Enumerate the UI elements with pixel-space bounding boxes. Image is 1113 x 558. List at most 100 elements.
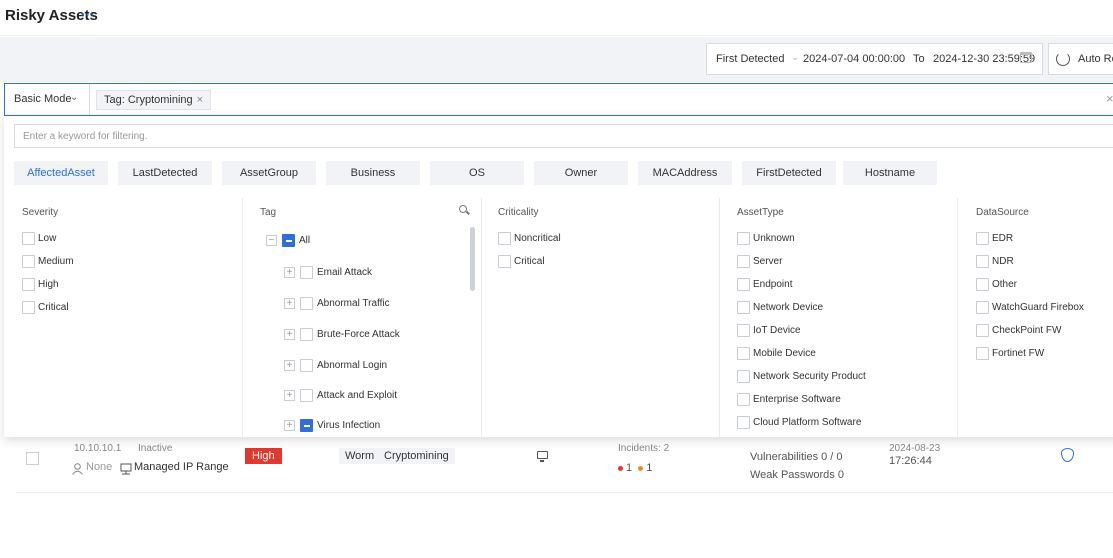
option-label: Low: [38, 233, 57, 244]
option-label: Attack and Exploit: [317, 390, 398, 401]
checkbox[interactable]: [300, 328, 313, 341]
option-label: CheckPoint FW: [992, 325, 1062, 336]
checkbox[interactable]: [498, 232, 511, 245]
chevron-down-icon: ⌄: [70, 92, 79, 103]
mode-select[interactable]: Basic Mode: [14, 93, 71, 105]
option-label: Unknown: [753, 233, 795, 244]
table-row[interactable]: 10.10.10.1 Inactive None Managed IP Rang…: [16, 437, 1113, 493]
start-date[interactable]: 2024-07-04 00:00:00: [803, 53, 905, 65]
checkbox[interactable]: [300, 266, 313, 279]
asset-name[interactable]: 10.10.10.1: [74, 443, 121, 454]
checkbox[interactable]: [22, 301, 35, 314]
expand-icon[interactable]: +: [284, 420, 295, 431]
checkbox[interactable]: [737, 278, 750, 291]
option-label: Medium: [38, 256, 74, 267]
keyword-filter-input[interactable]: [14, 124, 1113, 148]
scrollbar[interactable]: [470, 227, 475, 291]
checkbox[interactable]: [22, 278, 35, 291]
option-label: High: [38, 279, 59, 290]
owner: None: [86, 461, 113, 473]
tag-pill: Worm: [339, 448, 381, 464]
field-os[interactable]: OS: [430, 161, 524, 185]
date-field-select[interactable]: First Detected: [716, 53, 784, 65]
close-icon[interactable]: ×: [197, 94, 203, 106]
red-dot: [618, 465, 623, 471]
checkbox[interactable]: [737, 324, 750, 337]
checkbox[interactable]: [976, 232, 989, 245]
checkbox[interactable]: [300, 389, 313, 402]
expand-icon[interactable]: +: [284, 360, 295, 371]
checkbox[interactable]: [737, 255, 750, 268]
auto-refresh-button[interactable]: Auto Ref: [1048, 43, 1113, 75]
checkbox[interactable]: [282, 234, 295, 247]
page-header: Risky Assets ···: [0, 0, 1113, 36]
clear-filters-icon[interactable]: ×: [1106, 91, 1113, 106]
field-asset-group[interactable]: AssetGroup: [222, 161, 316, 185]
person-icon: [72, 463, 83, 475]
option-label: Critical: [514, 256, 545, 267]
shield-icon[interactable]: [1061, 448, 1074, 462]
checkbox[interactable]: [737, 370, 750, 383]
checkbox[interactable]: [737, 301, 750, 314]
field-business[interactable]: Business: [326, 161, 420, 185]
date-to-label: To: [913, 53, 925, 65]
option-label: WatchGuard Firebox: [992, 302, 1084, 313]
expand-icon[interactable]: +: [284, 329, 295, 340]
option-label: IoT Device: [753, 325, 801, 336]
collapse-icon[interactable]: −: [266, 235, 277, 246]
divider: [957, 198, 958, 438]
checkbox[interactable]: [300, 297, 313, 310]
more-menu-icon[interactable]: ···: [81, 6, 95, 22]
option-label: Virus Infection: [317, 420, 381, 431]
field-owner[interactable]: Owner: [534, 161, 628, 185]
status-badge: Inactive: [138, 443, 173, 454]
tag-filter-chip[interactable]: Tag: Cryptomining ×: [96, 90, 212, 110]
tag-pill: Cryptomining: [378, 448, 455, 464]
checkbox[interactable]: [737, 347, 750, 360]
checkbox[interactable]: [976, 301, 989, 314]
checkbox[interactable]: [737, 393, 750, 406]
tag-title: Tag: [260, 207, 277, 218]
checkbox[interactable]: [498, 255, 511, 268]
field-hostname[interactable]: Hostname: [843, 161, 937, 185]
expand-icon[interactable]: +: [284, 298, 295, 309]
vulnerabilities: Vulnerabilities 0 / 0: [750, 451, 843, 463]
date-range-filter[interactable]: First Detected ⌄ 2024-07-04 00:00:00 To …: [706, 43, 1043, 75]
calendar-icon[interactable]: [1020, 52, 1032, 63]
incident-count[interactable]: Incidents: 2: [618, 443, 669, 454]
asset-group: Managed IP Range: [134, 461, 229, 473]
field-mac-address[interactable]: MACAddress: [638, 161, 732, 185]
option-label: Cloud Platform Software: [753, 417, 862, 428]
divider: [481, 198, 482, 438]
field-first-detected[interactable]: FirstDetected: [742, 161, 836, 185]
chevron-down-icon: ⌄: [791, 52, 800, 63]
alert-counts: 1 1: [618, 462, 652, 474]
expand-icon[interactable]: +: [284, 390, 295, 401]
checkbox[interactable]: [300, 359, 313, 372]
count-critical: 1: [626, 462, 633, 474]
checkbox[interactable]: [976, 278, 989, 291]
filter-panel: AffectedAsset LastDetected AssetGroup Bu…: [4, 116, 1113, 438]
expand-icon[interactable]: +: [284, 267, 295, 278]
count-high: 1: [646, 462, 653, 474]
row-checkbox[interactable]: [26, 452, 39, 465]
search-icon[interactable]: [459, 205, 467, 213]
field-affected-asset[interactable]: AffectedAsset: [14, 161, 108, 185]
option-label: Abnormal Traffic: [317, 298, 390, 309]
option-label: EDR: [992, 233, 1014, 244]
checkbox[interactable]: [737, 232, 750, 245]
checkbox[interactable]: [22, 232, 35, 245]
divider: [89, 84, 90, 115]
option-label: Network Security Product: [753, 371, 866, 382]
checkbox[interactable]: [976, 324, 989, 337]
checkbox[interactable]: [22, 255, 35, 268]
filter-bar[interactable]: Basic Mode ⌄ Tag: Cryptomining × ×: [4, 83, 1113, 116]
checkbox[interactable]: [976, 347, 989, 360]
checkbox[interactable]: [737, 416, 750, 429]
checkbox[interactable]: [976, 255, 989, 268]
option-label: Network Device: [753, 302, 824, 313]
checkbox[interactable]: [300, 419, 313, 432]
field-last-detected[interactable]: LastDetected: [118, 161, 212, 185]
option-label: Abnormal Login: [317, 360, 388, 371]
option-label: Server: [753, 256, 783, 267]
